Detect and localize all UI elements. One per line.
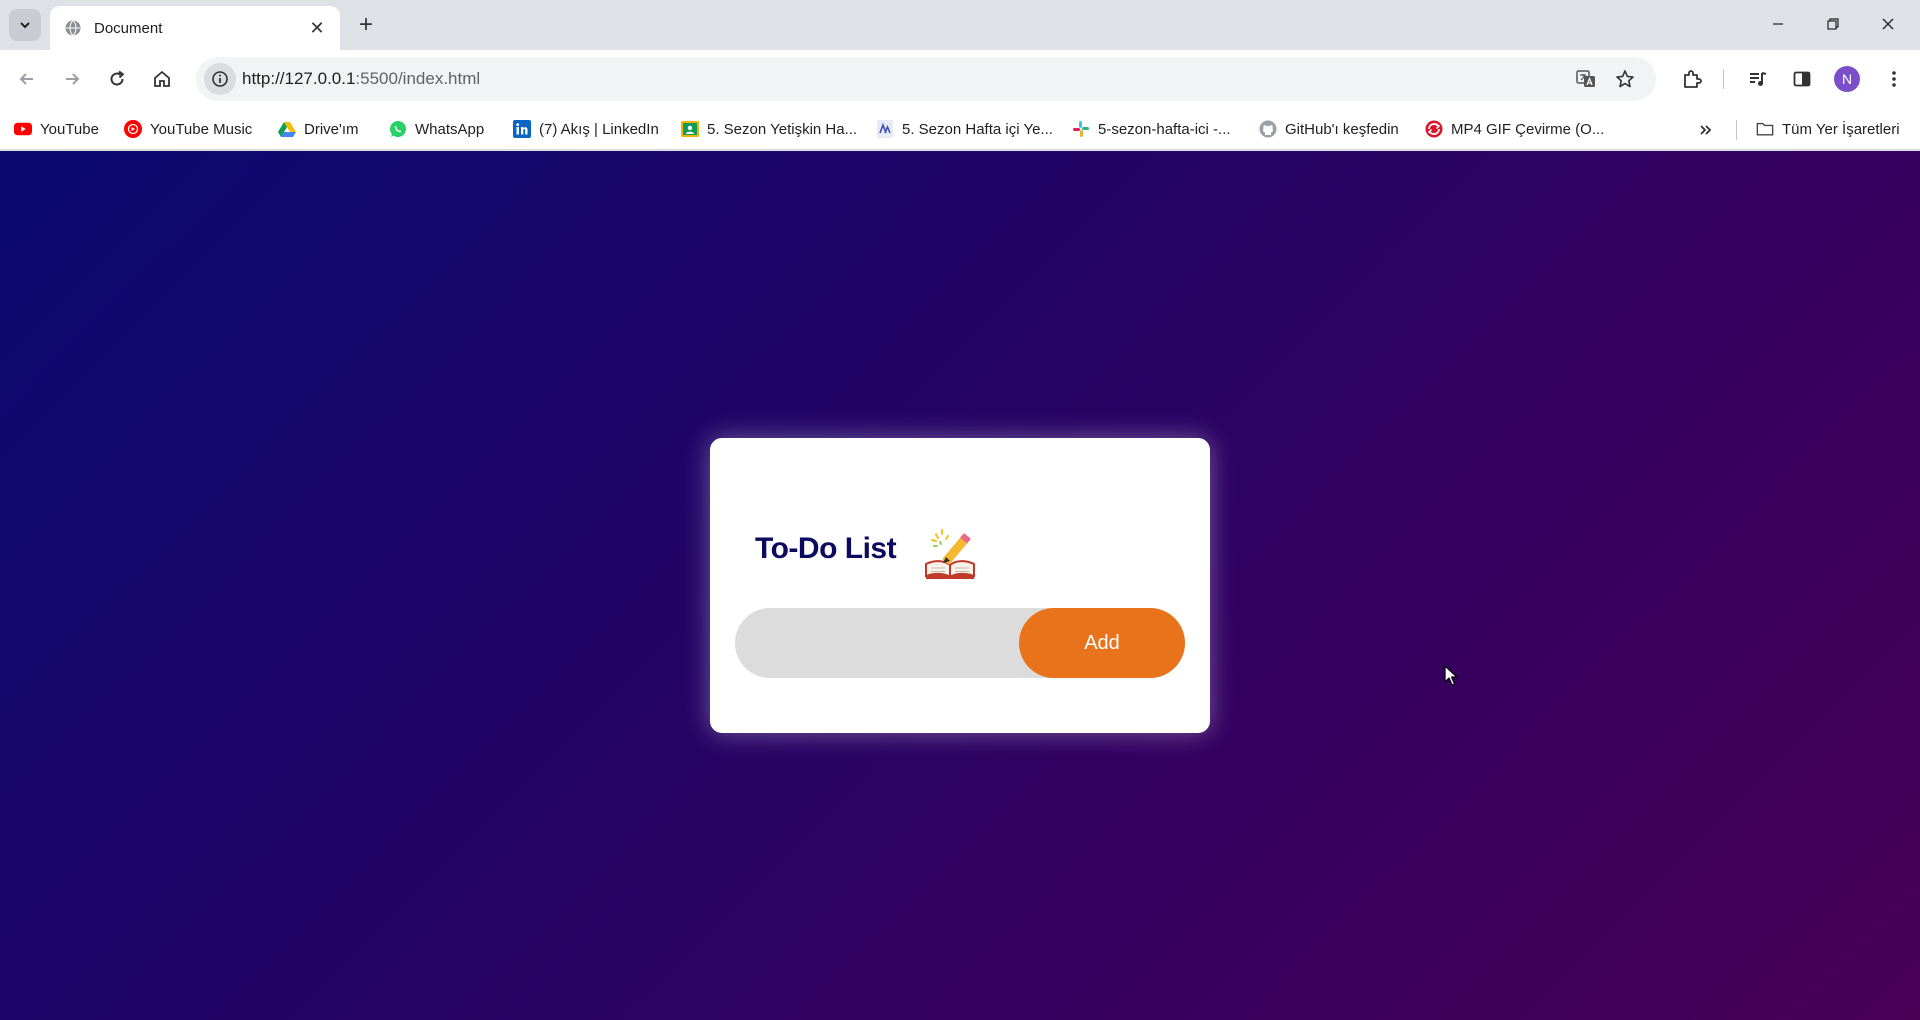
bookmark-mp4-gif[interactable]: MP4 GIF Çevirme (O... (1425, 117, 1604, 141)
tab-strip: Document ✕ + (0, 0, 1920, 50)
classroom-icon (681, 120, 699, 138)
google-drive-icon (278, 120, 296, 138)
bookmark-label: YouTube Music (150, 120, 253, 138)
profile-avatar[interactable]: N (1834, 66, 1860, 92)
bookmark-github[interactable]: GitHub'ı keşfedin (1259, 117, 1399, 141)
bookmark-label: 5. Sezon Hafta içi Ye... (902, 120, 1053, 138)
more-bookmarks-button[interactable] (1692, 117, 1718, 143)
active-tab[interactable]: Document ✕ (50, 6, 340, 50)
bookmark-label: (7) Akış | LinkedIn (539, 120, 659, 138)
bookmark-star-button[interactable] (1609, 63, 1641, 95)
close-window-button[interactable] (1868, 8, 1908, 40)
address-bar[interactable]: http://127.0.0.1:5500/index.html (196, 57, 1656, 101)
bookmark-sezon-hafta-ici[interactable]: 5. Sezon Hafta içi Ye... (876, 117, 1053, 141)
translate-icon (1576, 70, 1595, 87)
app-title: To-Do List (755, 532, 897, 565)
home-button[interactable] (146, 63, 178, 95)
minimize-icon (1773, 23, 1783, 25)
bookmark-slack[interactable]: 5-sezon-hafta-ici -... (1072, 117, 1231, 141)
arrow-right-icon (66, 73, 80, 85)
extensions-button[interactable] (1676, 63, 1708, 95)
todo-input[interactable] (735, 608, 1025, 678)
notebook-pencil-icon (925, 529, 975, 579)
tab-title: Document (94, 19, 163, 37)
bookmarks-bar: YouTube YouTube Music Drive'ım WhatsApp … (0, 108, 1920, 150)
all-bookmarks-folder[interactable]: Tüm Yer İşaretleri (1756, 117, 1900, 141)
bookmark-sezon-yetiskin[interactable]: 5. Sezon Yetişkin Ha... (681, 117, 857, 141)
bookmark-label: 5-sezon-hafta-ici -... (1098, 120, 1231, 138)
bookmark-linkedin[interactable]: (7) Akış | LinkedIn (513, 117, 659, 141)
side-panel-icon (1793, 71, 1811, 87)
site-info-button[interactable] (204, 63, 236, 95)
todo-card: To-Do List Add (710, 438, 1210, 733)
chevron-down-icon (20, 22, 30, 29)
bookmark-label: Drive'ım (304, 120, 359, 138)
youtube-icon (14, 120, 32, 138)
bookmark-youtube-music[interactable]: YouTube Music (124, 117, 252, 141)
arrow-left-icon (19, 73, 33, 85)
folder-icon (1756, 120, 1774, 138)
converter-icon (1425, 120, 1443, 138)
url-path: :5500/index.html (355, 69, 481, 88)
mouse-cursor-icon (1444, 665, 1458, 686)
more-vertical-icon (1892, 71, 1896, 87)
bookmark-label: WhatsApp (415, 120, 485, 138)
info-icon (212, 71, 228, 87)
bookmark-label: YouTube (40, 120, 99, 138)
home-icon (154, 70, 170, 87)
bookmark-whatsapp[interactable]: WhatsApp (389, 117, 484, 141)
reload-icon (110, 70, 125, 86)
forward-button[interactable] (56, 63, 88, 95)
toolbar: http://127.0.0.1:5500/index.html N (0, 50, 1920, 108)
youtube-music-icon (124, 120, 142, 138)
add-button[interactable]: Add (1019, 608, 1185, 678)
close-icon (1882, 18, 1894, 30)
toolbar-divider (1723, 69, 1724, 89)
restore-button[interactable] (1813, 8, 1853, 40)
bookmark-label: 5. Sezon Yetişkin Ha... (707, 120, 858, 138)
puzzle-icon (1684, 70, 1702, 88)
tab-search-button[interactable] (9, 9, 41, 41)
close-tab-icon[interactable]: ✕ (306, 17, 328, 39)
chevron-double-right-icon (1700, 125, 1712, 135)
bookmark-drive[interactable]: Drive'ım (278, 117, 359, 141)
star-icon (1616, 70, 1634, 88)
url-host: http://127.0.0.1 (242, 69, 356, 88)
back-button[interactable] (11, 63, 43, 95)
whatsapp-icon (389, 120, 407, 138)
todo-input-row: Add (735, 608, 1185, 678)
reload-button[interactable] (101, 63, 133, 95)
minimize-button[interactable] (1758, 8, 1798, 40)
new-tab-button[interactable]: + (352, 11, 380, 39)
globe-icon (65, 20, 81, 36)
all-bookmarks-label: Tüm Yer İşaretleri (1782, 120, 1900, 138)
browser-menu-button[interactable] (1878, 63, 1910, 95)
github-icon (1259, 120, 1277, 138)
bookmark-label: MP4 GIF Çevirme (O... (1451, 120, 1605, 138)
bookmark-label: GitHub'ı keşfedin (1285, 120, 1399, 138)
slack-icon (1072, 120, 1090, 138)
bookmarks-divider (1736, 120, 1737, 140)
url-text: http://127.0.0.1:5500/index.html (242, 69, 480, 89)
playlist-icon (1750, 72, 1767, 86)
translate-button[interactable] (1570, 63, 1602, 95)
linkedin-icon (513, 120, 531, 138)
bookmark-youtube[interactable]: YouTube (14, 117, 99, 141)
restore-icon (1827, 18, 1839, 30)
page-viewport: To-Do List Add (0, 151, 1920, 1020)
media-controls-button[interactable] (1742, 63, 1774, 95)
side-panel-button[interactable] (1786, 63, 1818, 95)
doc-icon (876, 120, 894, 138)
